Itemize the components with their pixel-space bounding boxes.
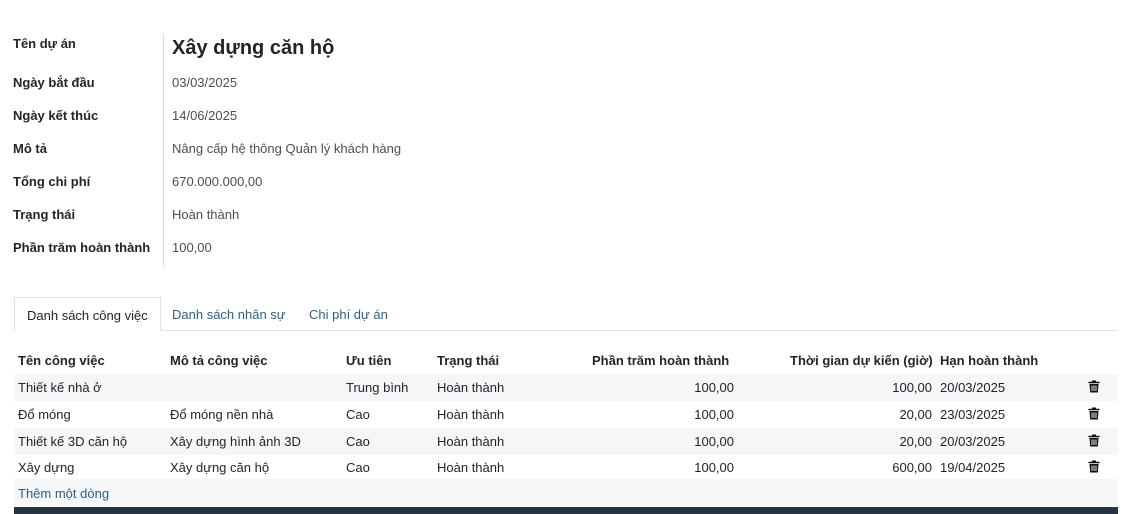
- field-status: Trạng thái Hoàn thành: [0, 201, 700, 234]
- field-label: Mô tả: [13, 141, 47, 156]
- tab-staff-list[interactable]: Danh sách nhân sự: [160, 297, 298, 331]
- notebook-tabs: Danh sách công việc Danh sách nhân sự Ch…: [14, 297, 1118, 331]
- trash-icon[interactable]: [1088, 407, 1100, 420]
- trash-icon[interactable]: [1088, 380, 1100, 393]
- field-label: Phần trăm hoàn thành: [13, 240, 151, 255]
- col-header-priority[interactable]: Ưu tiên: [346, 353, 391, 368]
- cell-name: Đổ móng: [18, 407, 71, 422]
- table-row[interactable]: Thiết kế nhà ở Trung bình Hoàn thành 100…: [14, 374, 1118, 401]
- cell-deadline: 20/03/2025: [940, 434, 1006, 449]
- trash-icon[interactable]: [1088, 434, 1100, 447]
- form-divider: [163, 34, 164, 267]
- cell-status: Hoàn thành: [437, 460, 505, 475]
- table-footer-bar: [14, 507, 1118, 514]
- col-header-deadline[interactable]: Hạn hoàn thành: [940, 353, 1038, 368]
- field-description: Mô tả Nâng cấp hệ thông Quản lý khách hà…: [0, 135, 700, 168]
- cell-hours: 20,00: [899, 434, 932, 449]
- end-date-value[interactable]: 14/06/2025: [172, 108, 237, 123]
- tab-task-list[interactable]: Danh sách công việc: [14, 297, 161, 331]
- col-header-description[interactable]: Mô tả công việc: [170, 353, 268, 368]
- table-row[interactable]: Xây dựng Xây dựng căn hộ Cao Hoàn thành …: [14, 454, 1118, 481]
- description-value[interactable]: Nâng cấp hệ thông Quản lý khách hàng: [172, 141, 401, 156]
- field-label: Trạng thái: [13, 207, 76, 222]
- cell-deadline: 19/04/2025: [940, 460, 1006, 475]
- col-header-hours[interactable]: Thời gian dự kiến (giờ): [790, 353, 933, 368]
- cell-priority: Cao: [346, 407, 370, 422]
- cell-description: Đổ móng nền nhà: [170, 407, 274, 422]
- tab-project-costs[interactable]: Chi phí dự án: [297, 297, 400, 331]
- cell-hours: 600,00: [892, 460, 932, 475]
- field-label: Tên dự án: [13, 36, 76, 51]
- cell-percent: 100,00: [694, 434, 734, 449]
- cell-priority: Cao: [346, 460, 370, 475]
- field-label: Ngày kết thúc: [13, 108, 99, 123]
- field-start-date: Ngày bắt đầu 03/03/2025: [0, 69, 700, 102]
- total-cost-value[interactable]: 670.000.000,00: [172, 174, 262, 189]
- cell-status: Hoàn thành: [437, 380, 505, 395]
- field-project-name: Tên dự án Xây dựng căn hộ: [0, 30, 700, 63]
- cell-priority: Cao: [346, 434, 370, 449]
- col-header-status[interactable]: Trạng thái: [437, 353, 499, 368]
- cell-status: Hoàn thành: [437, 434, 505, 449]
- cell-hours: 20,00: [899, 407, 932, 422]
- cell-percent: 100,00: [694, 460, 734, 475]
- field-label: Tổng chi phí: [13, 174, 91, 189]
- col-header-percent[interactable]: Phần trăm hoàn thành: [592, 353, 729, 368]
- table-row[interactable]: Thiết kế 3D căn hộ Xây dựng hình ảnh 3D …: [14, 428, 1118, 455]
- cell-deadline: 23/03/2025: [940, 407, 1006, 422]
- project-name-value[interactable]: Xây dựng căn hộ: [172, 37, 334, 60]
- add-line-row: Thêm một dòng: [14, 479, 1118, 506]
- add-line-link[interactable]: Thêm một dòng: [18, 486, 109, 501]
- field-end-date: Ngày kết thúc 14/06/2025: [0, 102, 700, 135]
- cell-name: Thiết kế 3D căn hộ: [18, 434, 128, 449]
- percent-complete-value[interactable]: 100,00: [172, 240, 212, 255]
- field-percent-complete: Phần trăm hoàn thành 100,00: [0, 234, 700, 267]
- start-date-value[interactable]: 03/03/2025: [172, 75, 237, 90]
- status-value[interactable]: Hoàn thành: [172, 207, 239, 222]
- cell-name: Thiết kế nhà ở: [18, 380, 102, 395]
- field-total-cost: Tổng chi phí 670.000.000,00: [0, 168, 700, 201]
- cell-percent: 100,00: [694, 380, 734, 395]
- cell-deadline: 20/03/2025: [940, 380, 1006, 395]
- cell-description: Xây dựng hình ảnh 3D: [170, 434, 301, 449]
- trash-icon[interactable]: [1088, 460, 1100, 473]
- col-header-name[interactable]: Tên công việc: [18, 353, 105, 368]
- cell-description: Xây dựng căn hộ: [170, 460, 270, 475]
- cell-name: Xây dựng: [18, 460, 75, 475]
- cell-percent: 100,00: [694, 407, 734, 422]
- field-label: Ngày bắt đầu: [13, 75, 95, 90]
- cell-priority: Trung bình: [346, 380, 409, 395]
- table-row[interactable]: Đổ móng Đổ móng nền nhà Cao Hoàn thành 1…: [14, 401, 1118, 428]
- table-header: Tên công việc Mô tả công việc Ưu tiên Tr…: [14, 345, 1118, 375]
- cell-status: Hoàn thành: [437, 407, 505, 422]
- cell-hours: 100,00: [892, 380, 932, 395]
